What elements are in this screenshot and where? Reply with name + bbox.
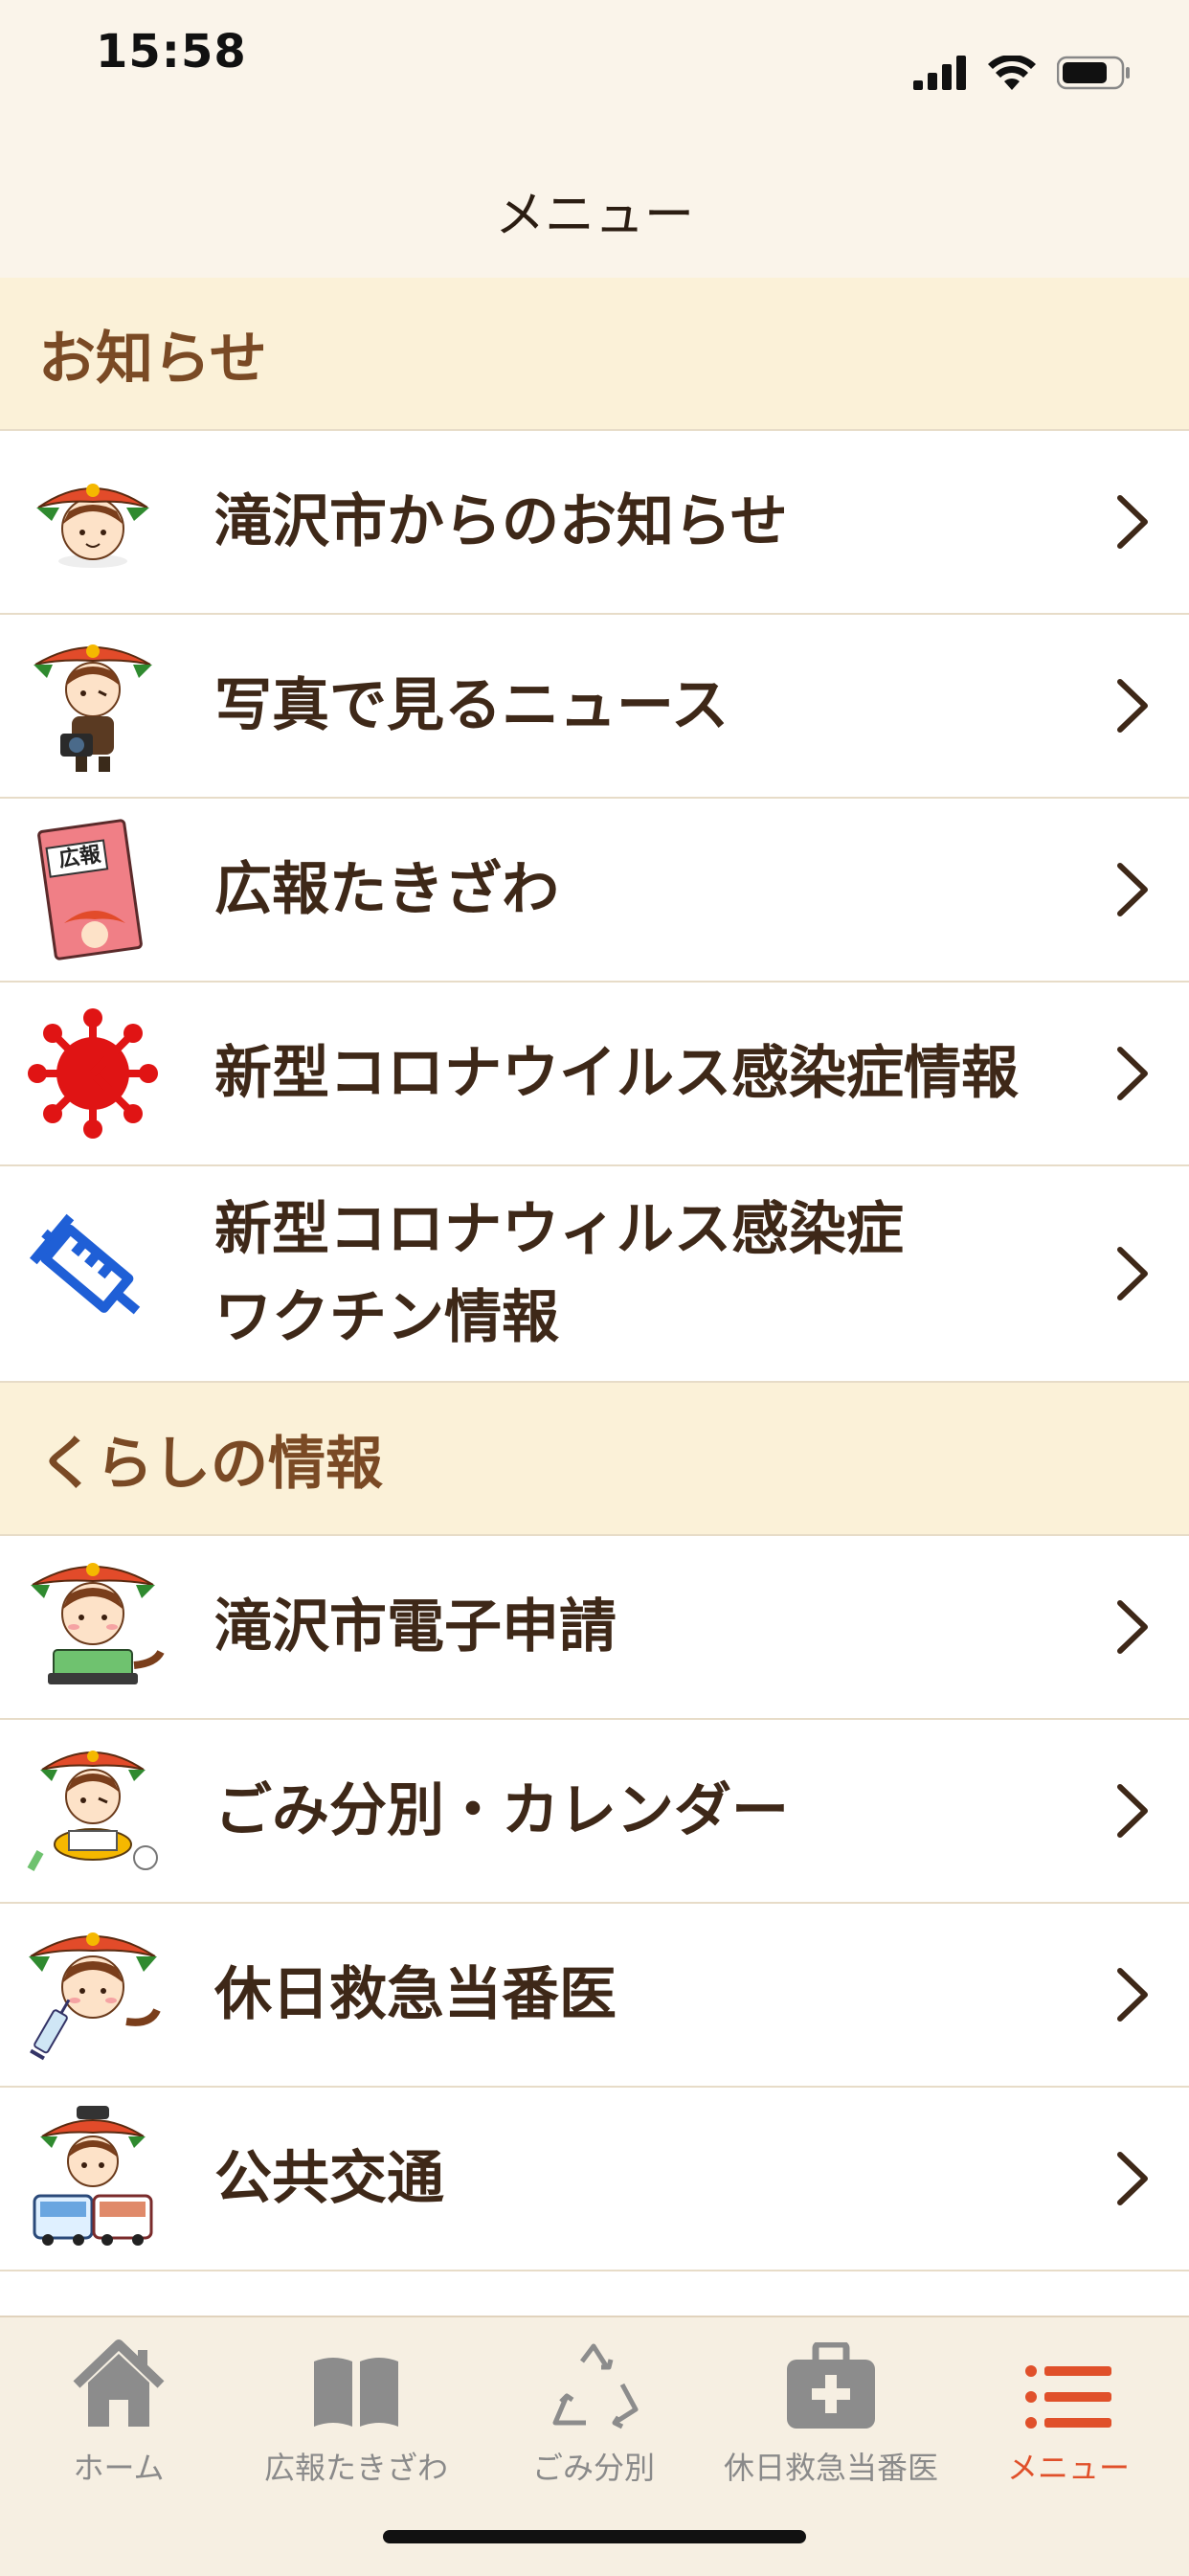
menu-item-holiday-doctor[interactable]: 休日救急当番医 [0, 1904, 1189, 2088]
tab-label: メニュー [1006, 2450, 1130, 2486]
menu-item-public-transport[interactable]: 公共交通 [0, 2088, 1189, 2271]
medical-kit-icon [787, 2342, 875, 2429]
chevron-right-icon [1117, 1784, 1148, 1838]
tab-label: 休日救急当番医 [723, 2450, 938, 2486]
menu-item-label: 滝沢市電子申請 [214, 1593, 617, 1661]
page-title: メニュー [494, 187, 694, 244]
section-header-news: お知らせ [0, 278, 1189, 431]
chevron-right-icon [1117, 1600, 1148, 1654]
menu-item-label: ごみ分別・カレンダー [214, 1777, 789, 1844]
tab-garbage[interactable]: ごみ分別 [475, 2325, 712, 2517]
chevron-right-icon [1117, 1968, 1148, 2022]
menu-item-label: 写真で見るニュース [214, 672, 729, 739]
syringe-icon [21, 1202, 165, 1345]
tab-newsletter[interactable]: 広報たきざわ [237, 2325, 475, 2517]
status-icons [913, 56, 1132, 90]
section-header-living: くらしの情報 [0, 1383, 1189, 1536]
chevron-right-icon [1117, 2152, 1148, 2205]
tab-label: 広報たきざわ [263, 2450, 448, 2486]
chevron-right-icon [1117, 1247, 1148, 1300]
wifi-icon [988, 56, 1036, 90]
menu-list-icon [1025, 2365, 1111, 2429]
tab-holiday-doctor[interactable]: 休日救急当番医 [712, 2325, 950, 2517]
menu-item-label: 公共交通 [214, 2145, 444, 2212]
status-bar: 15:58 [0, 0, 1189, 134]
newsletter-book-icon: 広報 [21, 818, 165, 961]
navigation-bar: メニュー [0, 134, 1189, 280]
tab-label: ごみ分別 [531, 2450, 655, 2486]
home-indicator [383, 2530, 806, 2543]
tab-home[interactable]: ホーム [0, 2325, 237, 2517]
section-title: くらしの情報 [38, 1430, 383, 1498]
chevron-right-icon [1117, 1047, 1148, 1100]
newsletter-badge-text: 広報 [56, 843, 102, 872]
mascot-recycle-icon [21, 1739, 165, 1883]
section-title: お知らせ [38, 325, 267, 393]
mascot-face-icon [21, 450, 165, 594]
menu-item-garbage-calendar[interactable]: ごみ分別・カレンダー [0, 1720, 1189, 1904]
menu-item-vaccine-info[interactable]: 新型コロナウィルス感染症 ワクチン情報 [0, 1166, 1189, 1383]
tab-label: ホーム [73, 2450, 165, 2486]
menu-item-newsletter[interactable]: 広報 広報たきざわ [0, 799, 1189, 983]
mascot-bus-icon [21, 2106, 165, 2250]
menu-item-label: 広報たきざわ [214, 856, 559, 923]
menu-item-label: 新型コロナウィルス感染症 ワクチン情報 [214, 1196, 904, 1351]
book-icon [314, 2358, 398, 2427]
menu-item-e-application[interactable]: 滝沢市電子申請 [0, 1536, 1189, 1720]
home-icon [73, 2339, 165, 2427]
battery-icon [1057, 56, 1130, 90]
menu-item-label: 滝沢市からのお知らせ [214, 488, 788, 555]
mascot-laptop-icon [21, 1555, 165, 1699]
menu-item-city-news[interactable]: 滝沢市からのお知らせ [0, 431, 1189, 615]
menu-item-label: 休日救急当番医 [214, 1961, 617, 2028]
chevron-right-icon [1117, 679, 1148, 733]
tab-menu[interactable]: メニュー [950, 2325, 1187, 2517]
mascot-camera-icon [21, 634, 165, 778]
mascot-syringe-icon [21, 1923, 165, 2067]
menu-item-partial [0, 2271, 1189, 2316]
virus-icon [21, 1002, 165, 1145]
chevron-right-icon [1117, 863, 1148, 916]
signal-icon [913, 56, 966, 90]
status-time: 15:58 [96, 25, 247, 79]
recycle-icon [552, 2343, 639, 2429]
menu-item-covid-info[interactable]: 新型コロナウイルス感染症情報 [0, 983, 1189, 1166]
menu-item-photo-news[interactable]: 写真で見るニュース [0, 615, 1189, 799]
menu-item-label: 新型コロナウイルス感染症情報 [214, 1040, 1019, 1107]
chevron-right-icon [1117, 495, 1148, 549]
menu-list[interactable]: お知らせ 滝沢市からのお知らせ 写真で見るニュース 広報 広報たきざわ 新型コロ… [0, 278, 1189, 2316]
